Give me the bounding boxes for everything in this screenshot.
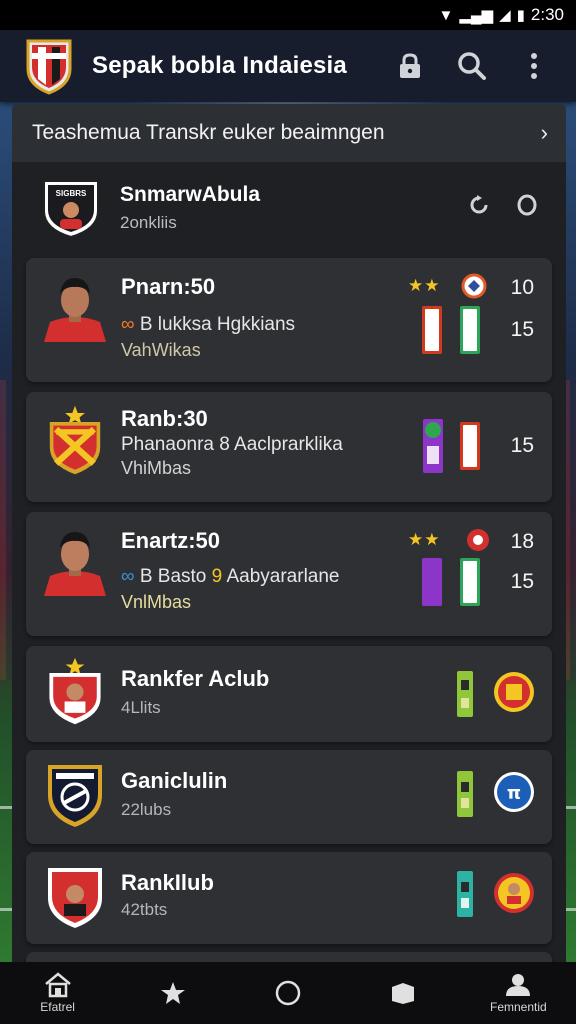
nav-label-profile: Femnentid [489,1000,547,1014]
lock-icon [400,53,420,78]
more-options-button[interactable] [514,46,554,86]
club-name: Rankfer Aclub [121,666,270,691]
club-crest-icon [48,868,102,928]
wifi-icon: ▼ [438,6,454,24]
signal-icon: ▂▄▆ [459,7,494,24]
football-icon [461,273,487,299]
club-card[interactable]: RankIlub 42tbts [26,852,552,944]
close-icon: › [540,120,548,145]
club-logo-icon [494,873,534,913]
player-position: VahWikas [121,340,201,360]
circle-icon [275,980,301,1006]
player-position: VhiMbas [121,458,192,478]
nav-item-profile[interactable]: Femnentid [478,965,558,1021]
player-name: Enartz:50 [121,528,221,553]
football-icon [467,529,489,551]
panel-header: Teashemua Transkr euker beaimngen › [12,104,566,162]
club-name: SnmarwAbula [120,183,261,206]
green-card-chip [460,306,480,354]
more-vert-icon [531,53,537,79]
club-subtitle: 2onkliis [120,213,177,232]
club-card[interactable]: Rankfer Aclub 4Llits [26,646,552,742]
transfer-panel: Teashemua Transkr euker beaimngen › SIGB… [12,104,566,964]
player-rating-value: 10 [510,276,534,299]
player-name: Ranb:30 [121,406,208,431]
app-bar: Sepak bobla Indaiesia [0,30,576,102]
player-club-line: ∞ B lukksa Hgkkians [121,314,295,336]
club-card[interactable]: Ganiclulin 22lubs π [26,750,552,844]
player-rating-value: 18 [510,530,534,553]
status-chip-icon [457,671,473,717]
nav-label-home: Efatrel [40,1000,75,1014]
player-name: Pnarn:50 [121,274,216,299]
player-card[interactable]: Pnarn:50 ∞ B lukksa Hgkkians VahWikas ★★… [26,258,552,382]
nav-item-home[interactable]: Efatrel [18,965,98,1021]
app-title: Sepak bobla Indaiesia [92,52,347,79]
circle-icon [517,194,537,216]
battery-icon: ▮ [516,7,525,24]
player-avatar [44,532,106,596]
app-logo-shield-icon [26,39,72,95]
rating-stars-icon: ★★ [408,530,441,549]
bottom-navigation: Efatrel Femnentid [0,962,576,1024]
player-avatar [44,278,106,342]
link-icon: ∞ [121,566,140,587]
status-bar: ▼ ▂▄▆ ◢ ▮ 2:30 [0,0,576,30]
player-value: 15 [510,318,534,341]
nav-item-transfer[interactable] [133,965,213,1021]
panel-title: Teashemua Transkr euker beaimngen [32,121,385,144]
nav-item-box[interactable] [363,965,443,1021]
refresh-button[interactable] [468,194,490,222]
club-logo-icon [494,672,534,712]
search-icon [458,52,486,80]
player-club: B Basto [139,566,207,587]
lock-button[interactable] [390,46,430,86]
club-badge-icon: SIGBRS [43,180,99,239]
refresh-icon [470,195,488,214]
search-button[interactable] [452,46,492,86]
status-chip-icon [457,771,473,817]
club-crest-icon [49,405,101,475]
club-name: RankIlub [121,870,214,895]
club-crest-icon [48,765,102,827]
red-card-chip [460,422,480,470]
player-position: VnlMbas [121,592,192,612]
player-club: B lukksa Hgkkians [139,314,296,335]
purple-card-chip [422,558,442,606]
player-club-name: Aabyararlane [226,566,340,587]
rating-stars-icon: ★★ [408,276,441,295]
club-count: 4Llits [121,698,161,717]
red-card-chip [422,306,442,354]
box-icon [392,983,415,1004]
signal-icon: ◢ [499,7,511,24]
player-club: Phanaonra 8 Aaclprarklika [121,434,343,455]
status-chip-icon [423,419,443,473]
club-count: 42tbts [121,900,168,919]
club-crest-icon [49,657,101,725]
status-chip-icon [457,871,473,917]
player-card[interactable]: Ranb:30 Phanaonra 8 Aaclprarklika VhiMba… [26,392,552,502]
svg-text:π: π [507,783,521,804]
club-badge-text: SIGBRS [56,189,87,198]
club-header-row[interactable]: SIGBRS SnmarwAbula 2onkliis [12,166,566,250]
club-name: Ganiclulin [121,768,228,793]
transfer-icon [160,982,185,1004]
player-value: 15 [510,434,534,457]
link-icon: ∞ [121,314,140,335]
player-club-number: 9 [211,566,223,587]
player-card[interactable]: Enartz:50 ∞ B Basto 9 Aabyararlane VnlMb… [26,512,552,636]
close-button[interactable]: › [541,120,548,146]
green-card-chip [460,558,480,606]
profile-icon [506,974,531,996]
club-count: 22lubs [121,800,172,819]
player-value: 15 [510,570,534,593]
home-icon [44,972,71,998]
club-logo-icon: π [494,772,534,812]
player-club-line: ∞ B Basto 9 Aabyararlane [121,566,340,588]
nav-item-center[interactable] [248,965,328,1021]
toggle-button[interactable] [516,193,538,223]
status-time: 2:30 [530,5,564,24]
